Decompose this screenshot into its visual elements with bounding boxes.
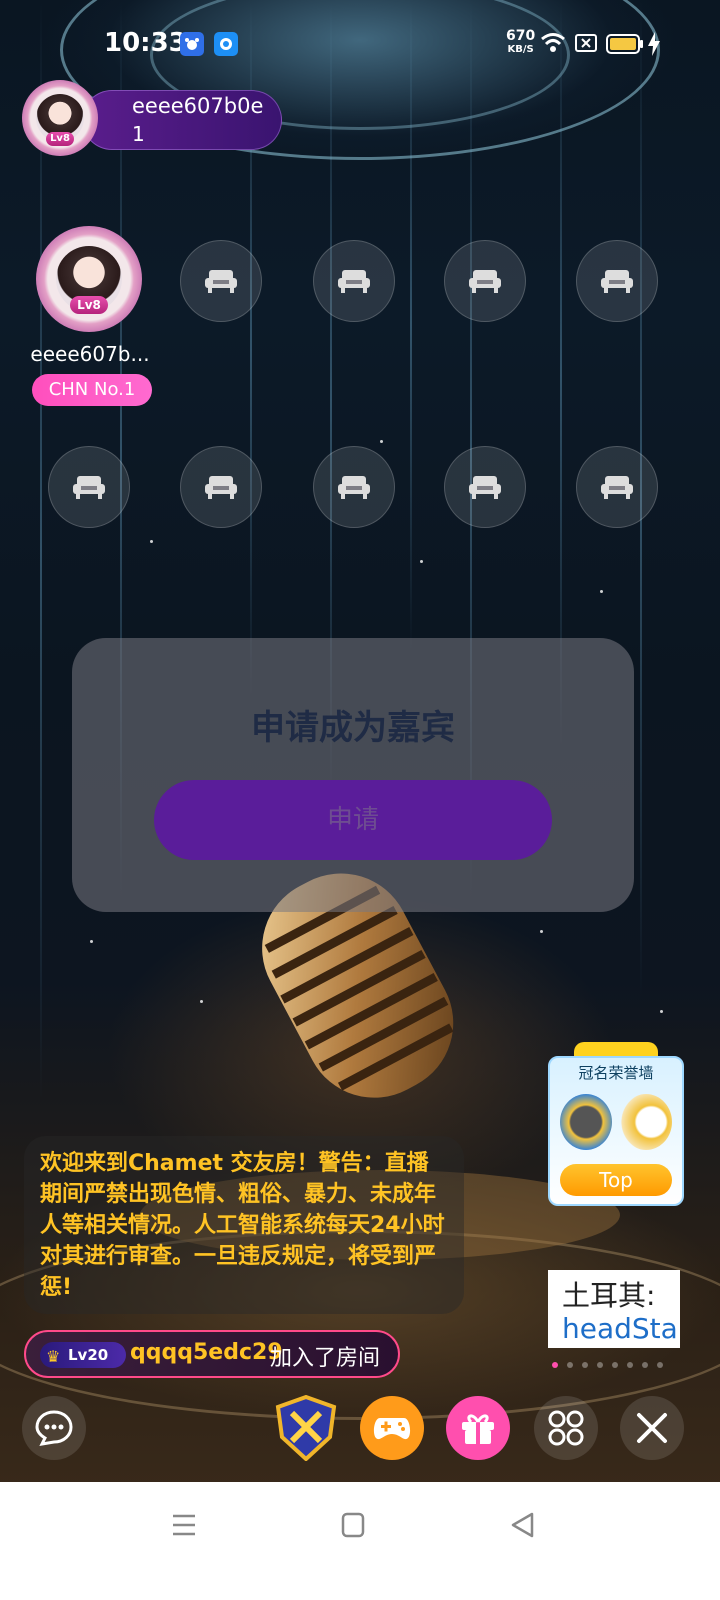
sim-icon [575, 34, 597, 52]
honor-wall-title: 冠名荣誉墙 [578, 1064, 654, 1082]
battery-icon [606, 34, 643, 54]
sofa-icon [338, 476, 370, 499]
home-icon[interactable] [340, 1511, 366, 1539]
carousel-dot [627, 1362, 633, 1368]
apply-guest-title: 申请成为嘉宾 [251, 708, 455, 748]
sofa-icon [601, 270, 633, 293]
sofa-icon [73, 476, 105, 499]
seat-level-badge: Lv8 [70, 296, 108, 314]
empty-seat-5[interactable] [576, 240, 658, 322]
honor-top-button[interactable]: Top [560, 1164, 672, 1196]
more-apps-icon [548, 1410, 584, 1446]
net-speed: 670 KB/S [506, 28, 536, 56]
carousel-dot [567, 1362, 573, 1368]
sofa-icon [338, 270, 370, 293]
empty-seat-8[interactable] [313, 446, 395, 528]
empty-seat-2[interactable] [180, 240, 262, 322]
gift-button[interactable] [446, 1396, 510, 1460]
gift-icon [462, 1414, 494, 1444]
sofa-icon [469, 476, 501, 499]
seat-occupied-avatar[interactable]: Lv8 [36, 226, 142, 332]
news-line-2: headSta [562, 1312, 678, 1345]
close-room-button[interactable] [620, 1396, 684, 1460]
empty-seat-4[interactable] [444, 240, 526, 322]
host-avatar[interactable]: Lv8 [22, 80, 98, 156]
host-name: eeee607b0e [132, 94, 264, 118]
chat-icon [35, 1410, 73, 1446]
host-level-badge: Lv8 [46, 132, 74, 146]
empty-seat-10[interactable] [576, 446, 658, 528]
battle-button[interactable] [274, 1395, 338, 1461]
back-icon[interactable] [508, 1511, 536, 1539]
apply-guest-card: 申请成为嘉宾 申请 [72, 638, 634, 912]
host-count: 1 [132, 122, 145, 146]
game-button[interactable] [360, 1396, 424, 1460]
seat-occupied-name: eeee607b... [30, 342, 150, 366]
sofa-icon [205, 270, 237, 293]
crown-icon: ♛ [46, 1347, 61, 1366]
carousel-dots [552, 1362, 663, 1368]
game-controller-icon [373, 1418, 411, 1440]
news-banner[interactable]: 土耳其: headSta [548, 1270, 680, 1348]
empty-seat-7[interactable] [180, 446, 262, 528]
user-level-text: Lv20 [68, 1346, 109, 1364]
seat-rank-badge: CHN No.1 [32, 374, 152, 406]
apply-button[interactable]: 申请 [154, 780, 552, 860]
net-speed-unit: KB/S [507, 44, 534, 55]
carousel-dot [642, 1362, 648, 1368]
status-bar: 10:33 670 KB/S [0, 0, 720, 88]
menu-icon[interactable] [170, 1512, 198, 1538]
moon-gift-icon [620, 1094, 672, 1150]
live-room-stage: 10:33 670 KB/S Lv8 eeee607b0e 1 Lv8 eeee… [0, 0, 720, 1512]
joined-username[interactable]: qqqq5edc29 [130, 1340, 283, 1365]
sofa-icon [205, 476, 237, 499]
sofa-icon [601, 476, 633, 499]
status-time: 10:33 [104, 28, 187, 58]
chat-button[interactable] [22, 1396, 86, 1460]
app-icon [214, 32, 238, 56]
empty-seat-6[interactable] [48, 446, 130, 528]
empty-seat-9[interactable] [444, 446, 526, 528]
join-notice: ♛ Lv20 qqqq5edc29 加入了房间 [24, 1330, 400, 1378]
carousel-dot-active [552, 1362, 558, 1368]
system-navigation-bar [0, 1482, 720, 1600]
welcome-message: 欢迎来到Chamet 交友房！警告：直播期间严禁出现色情、粗俗、暴力、未成年人等… [24, 1136, 464, 1314]
carousel-dot [612, 1362, 618, 1368]
baidu-app-icon [180, 32, 204, 56]
battle-shield-icon [275, 1395, 337, 1461]
charging-icon [648, 32, 660, 56]
joined-text: 加入了房间 [270, 1346, 381, 1371]
wifi-icon [541, 33, 565, 52]
net-speed-value: 670 [506, 28, 536, 44]
news-line-1: 土耳其: [562, 1279, 656, 1312]
carousel-dot [582, 1362, 588, 1368]
shield-badge-icon [560, 1094, 612, 1150]
sofa-icon [469, 270, 501, 293]
empty-seat-3[interactable] [313, 240, 395, 322]
close-icon [637, 1413, 667, 1443]
user-level-badge: ♛ Lv20 [40, 1342, 126, 1368]
carousel-dot [657, 1362, 663, 1368]
carousel-dot [597, 1362, 603, 1368]
honor-wall-widget[interactable]: 冠名荣誉墙 Top [548, 1042, 684, 1208]
more-apps-button[interactable] [534, 1396, 598, 1460]
